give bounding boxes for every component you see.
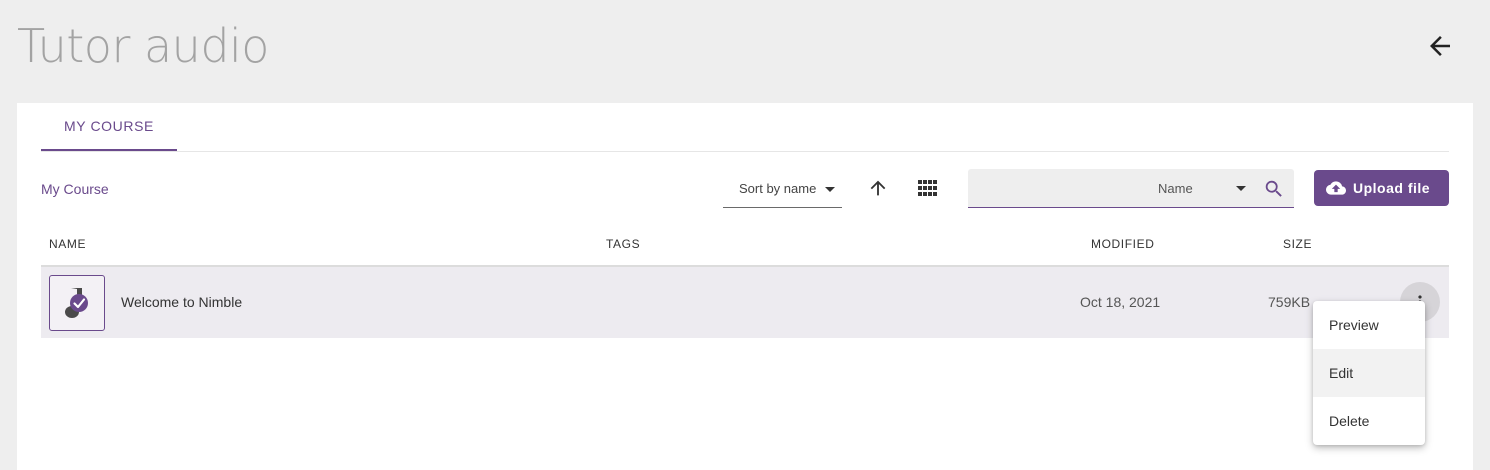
- page-title: Tutor audio: [17, 19, 269, 73]
- column-header-size[interactable]: SIZE: [1283, 237, 1312, 251]
- file-modified: Oct 18, 2021: [1080, 294, 1161, 310]
- tab-bar: MY COURSE: [41, 103, 1449, 152]
- file-name: Welcome to Nimble: [121, 294, 243, 310]
- grid-view-icon: [918, 180, 937, 196]
- upload-file-label: Upload file: [1353, 180, 1431, 196]
- column-header-name[interactable]: NAME: [49, 237, 86, 251]
- arrow-up-icon: [870, 180, 886, 196]
- chevron-down-icon[interactable]: [1236, 186, 1246, 191]
- search-icon[interactable]: [1263, 178, 1285, 200]
- menu-item-preview[interactable]: Preview: [1313, 301, 1425, 349]
- arrow-back-icon: [1430, 36, 1450, 56]
- chevron-down-icon: [825, 187, 835, 192]
- table-row[interactable]: Welcome to Nimble Oct 18, 2021 759KB: [41, 265, 1449, 338]
- context-menu: Preview Edit Delete: [1313, 301, 1425, 445]
- tab-my-course[interactable]: MY COURSE: [41, 103, 177, 151]
- back-button[interactable]: [1420, 26, 1460, 66]
- file-browser-card: MY COURSE My Course Sort by name Name Up…: [17, 103, 1473, 470]
- column-header-modified[interactable]: MODIFIED: [1091, 237, 1154, 251]
- file-size: 759KB: [1268, 294, 1311, 310]
- sort-direction-button[interactable]: [860, 170, 896, 206]
- search-field-select[interactable]: Name: [1158, 181, 1193, 196]
- search-box[interactable]: Name: [968, 169, 1294, 208]
- sort-select-label: Sort by name: [739, 180, 817, 196]
- file-thumbnail: [49, 275, 105, 331]
- column-header-tags[interactable]: TAGS: [606, 237, 640, 251]
- grid-view-button[interactable]: [910, 170, 946, 206]
- menu-item-edit[interactable]: Edit: [1313, 349, 1425, 397]
- nimble-logo-icon: [65, 288, 88, 318]
- sort-select[interactable]: Sort by name: [723, 169, 842, 208]
- upload-file-button[interactable]: Upload file: [1314, 170, 1449, 206]
- cloud-upload-icon: [1326, 181, 1346, 195]
- breadcrumb[interactable]: My Course: [41, 181, 109, 197]
- menu-item-delete[interactable]: Delete: [1313, 397, 1425, 445]
